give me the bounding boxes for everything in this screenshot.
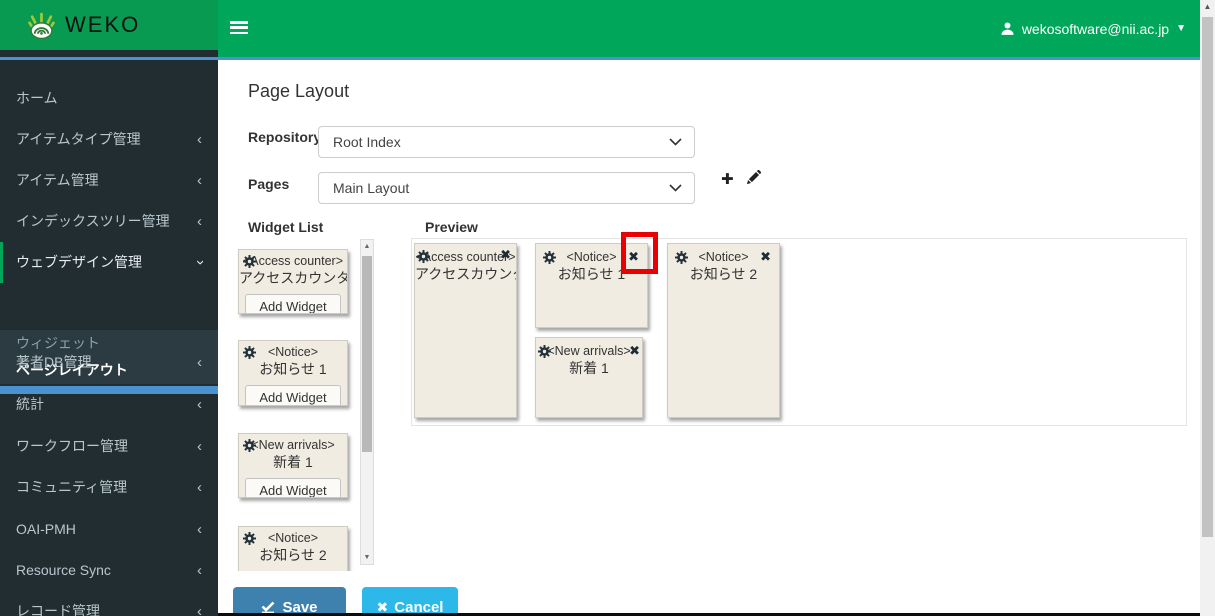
- sidebar-item-community[interactable]: コミュニティ管理 ‹: [0, 467, 218, 508]
- page-scrollbar[interactable]: ▲: [1200, 0, 1215, 616]
- sidebar-toggle-icon[interactable]: [230, 21, 248, 35]
- edit-page-button[interactable]: [746, 169, 762, 189]
- weko-logo-icon: [28, 12, 55, 39]
- chevron-down-icon: ▼: [1176, 23, 1186, 34]
- widget-list-card-notice-2[interactable]: <Notice> お知らせ 2 Add Widget: [238, 526, 348, 571]
- sidebar-item-items[interactable]: アイテム管理 ‹: [0, 160, 218, 201]
- preview-panel: [411, 238, 1187, 426]
- add-widget-button[interactable]: Add Widget: [245, 385, 341, 405]
- chevron-left-icon: ‹: [197, 521, 202, 538]
- brand-logo[interactable]: WEKO: [0, 0, 218, 50]
- widget-name: アクセスカウンタ: [415, 266, 517, 282]
- close-icon[interactable]: ✖: [500, 247, 511, 262]
- gear-icon[interactable]: [243, 346, 256, 359]
- widget-name: お知らせ 2: [259, 547, 327, 563]
- user-email: wekosoftware@nii.ac.jp: [1021, 20, 1170, 37]
- widget-name: 新着 1: [569, 360, 609, 376]
- chevron-down-icon: [669, 184, 682, 192]
- widget-name: 新着 1: [273, 454, 313, 470]
- close-icon[interactable]: ✖: [760, 249, 771, 264]
- sidebar-nav: ホーム アイテムタイプ管理 ‹ アイテム管理 ‹ インデックスツリー管理 ‹ ウ…: [0, 50, 218, 616]
- save-button[interactable]: Save: [233, 587, 346, 616]
- weko-admin-page: WEKO wekosoftware@nii.ac.jp ▼ ホーム アイテムタイ…: [0, 0, 1215, 616]
- repository-label: Repository*: [248, 129, 327, 145]
- preview-label: Preview: [425, 219, 478, 235]
- gear-icon[interactable]: [243, 532, 256, 545]
- scroll-up-icon[interactable]: ▲: [361, 240, 373, 253]
- user-icon: [1001, 22, 1014, 35]
- preview-card-access-counter[interactable]: ✖ <Access counter> アクセスカウンタ: [414, 243, 517, 418]
- pages-select-value: Main Layout: [333, 180, 410, 196]
- cancel-button[interactable]: ✖ Cancel: [362, 587, 458, 616]
- sidebar-item-itemtype[interactable]: アイテムタイプ管理 ‹: [0, 119, 218, 160]
- sidebar-item-records[interactable]: レコード管理 ‹: [0, 591, 218, 616]
- chevron-left-icon: ‹: [197, 562, 202, 579]
- sidebar-item-oaipmh[interactable]: OAI-PMH ‹: [0, 509, 218, 550]
- widget-list-scrollbar[interactable]: ▲ ▼: [360, 239, 374, 565]
- highlight-annotation-box: [621, 232, 658, 274]
- chevron-left-icon: ‹: [197, 172, 202, 189]
- widget-name: アクセスカウンタ: [239, 270, 348, 286]
- preview-card-new-arrivals[interactable]: ✖ <New arrivals> 新着 1: [535, 337, 643, 418]
- add-page-button[interactable]: ✚: [721, 170, 734, 188]
- widget-type: <New arrivals>: [547, 344, 631, 358]
- pages-label: Pages: [248, 176, 290, 192]
- add-widget-button[interactable]: Add Widget: [245, 478, 341, 497]
- chevron-left-icon: ‹: [197, 438, 202, 455]
- gear-icon[interactable]: [538, 345, 551, 358]
- widget-list-card-new-arrivals[interactable]: <New arrivals> 新着 1 Add Widget: [238, 433, 348, 498]
- scroll-up-icon[interactable]: ▲: [1200, 2, 1215, 11]
- sidebar-item-webdesign[interactable]: ウェブデザイン管理 ‹: [0, 242, 218, 283]
- widget-list-panel: <Access counter> アクセスカウンタ Add Widget <No…: [233, 239, 375, 571]
- sidebar-item-home[interactable]: ホーム: [0, 78, 218, 119]
- gear-icon[interactable]: [543, 251, 556, 264]
- chevron-left-icon: ‹: [197, 479, 202, 496]
- widget-list-label: Widget List: [248, 219, 324, 235]
- chevron-left-icon: ‹: [197, 603, 202, 616]
- scroll-down-icon[interactable]: ▼: [361, 551, 373, 564]
- add-widget-button[interactable]: Add Widget: [245, 294, 341, 313]
- pages-select[interactable]: Main Layout: [318, 172, 695, 204]
- chevron-left-icon: ‹: [197, 213, 202, 230]
- scrollbar-thumb[interactable]: [362, 256, 372, 452]
- chevron-down-icon: [669, 138, 682, 146]
- gear-icon[interactable]: [243, 439, 256, 452]
- save-check-icon: [262, 601, 275, 614]
- close-icon[interactable]: ✖: [629, 343, 640, 358]
- chevron-left-icon: ‹: [197, 354, 202, 371]
- chevron-down-icon: ‹: [191, 260, 208, 265]
- header-accent-line: [0, 57, 1200, 60]
- pencil-icon: [746, 169, 762, 185]
- sidebar-item-workflow[interactable]: ワークフロー管理 ‹: [0, 426, 218, 467]
- chevron-left-icon: ‹: [197, 396, 202, 413]
- chevron-left-icon: ‹: [197, 131, 202, 148]
- gear-icon[interactable]: [417, 250, 430, 263]
- sidebar-item-authordb[interactable]: 著者DB管理 ‹: [0, 342, 218, 383]
- preview-card-notice-2[interactable]: ✖ <Notice> お知らせ 2: [667, 243, 780, 418]
- scrollbar-thumb[interactable]: [1202, 17, 1213, 537]
- brand-name: WEKO: [65, 12, 141, 37]
- repository-select-value: Root Index: [333, 134, 401, 150]
- gear-icon[interactable]: [675, 251, 688, 264]
- widget-list-card-notice-1[interactable]: <Notice> お知らせ 1 Add Widget: [238, 340, 348, 406]
- user-menu[interactable]: wekosoftware@nii.ac.jp ▼: [1000, 0, 1186, 57]
- sidebar-item-resource-sync[interactable]: Resource Sync ‹: [0, 550, 218, 591]
- sidebar-item-statistics[interactable]: 統計 ‹: [0, 384, 218, 425]
- widget-name: お知らせ 1: [259, 361, 327, 377]
- widget-name: お知らせ 2: [689, 266, 758, 282]
- gear-icon[interactable]: [243, 255, 256, 268]
- page-title: Page Layout: [248, 81, 350, 101]
- repository-select[interactable]: Root Index: [318, 126, 695, 158]
- widget-list-card-access-counter[interactable]: <Access counter> アクセスカウンタ Add Widget: [238, 249, 348, 314]
- sidebar-item-indextree[interactable]: インデックスツリー管理 ‹: [0, 201, 218, 242]
- plus-icon: ✚: [721, 171, 734, 188]
